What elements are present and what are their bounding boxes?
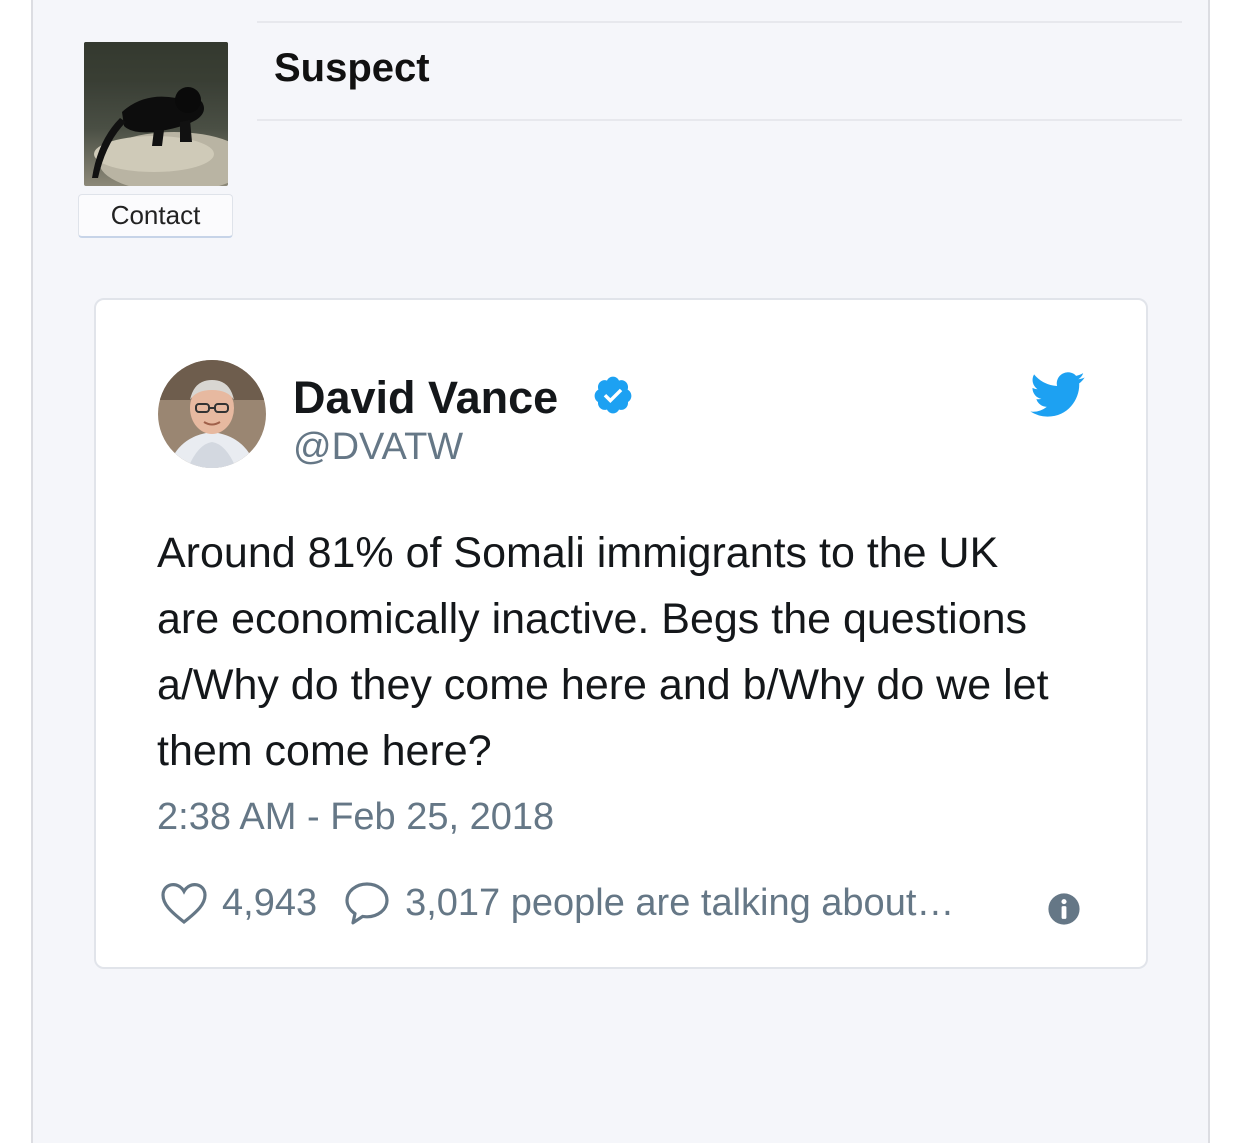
info-icon[interactable] [1047,892,1081,926]
tweet-embed-card[interactable]: David Vance @DVATW Around 81% of Somali … [94,298,1148,969]
author-handle[interactable]: @DVATW [293,426,463,469]
conversation-text: 3,017 people are talking about… [405,881,955,924]
panther-photo-icon [84,42,228,186]
conversation-action[interactable]: 3,017 people are talking about… [343,880,954,926]
title-bottom-divider [257,119,1182,121]
tweet-timestamp[interactable]: 2:38 AM - Feb 25, 2018 [157,796,554,839]
like-action[interactable]: 4,943 [160,881,317,925]
reply-bubble-icon [345,882,389,925]
tweet-text: Around 81% of Somali immigrants to the U… [157,529,1049,775]
title-top-divider [257,21,1182,23]
twitter-bird-icon[interactable] [1030,372,1086,418]
like-count: 4,943 [222,881,318,924]
tweet-actions: 4,943 3,017 people are talking about… [160,878,954,928]
author-name[interactable]: David Vance [293,372,558,424]
post-title: Suspect [274,46,430,90]
author-avatar[interactable] [158,360,266,468]
contact-button[interactable]: Contact [78,194,233,238]
heart-icon [161,882,207,925]
verified-badge-icon [594,376,632,414]
poster-avatar[interactable] [84,42,228,186]
author-photo-icon [158,360,266,468]
